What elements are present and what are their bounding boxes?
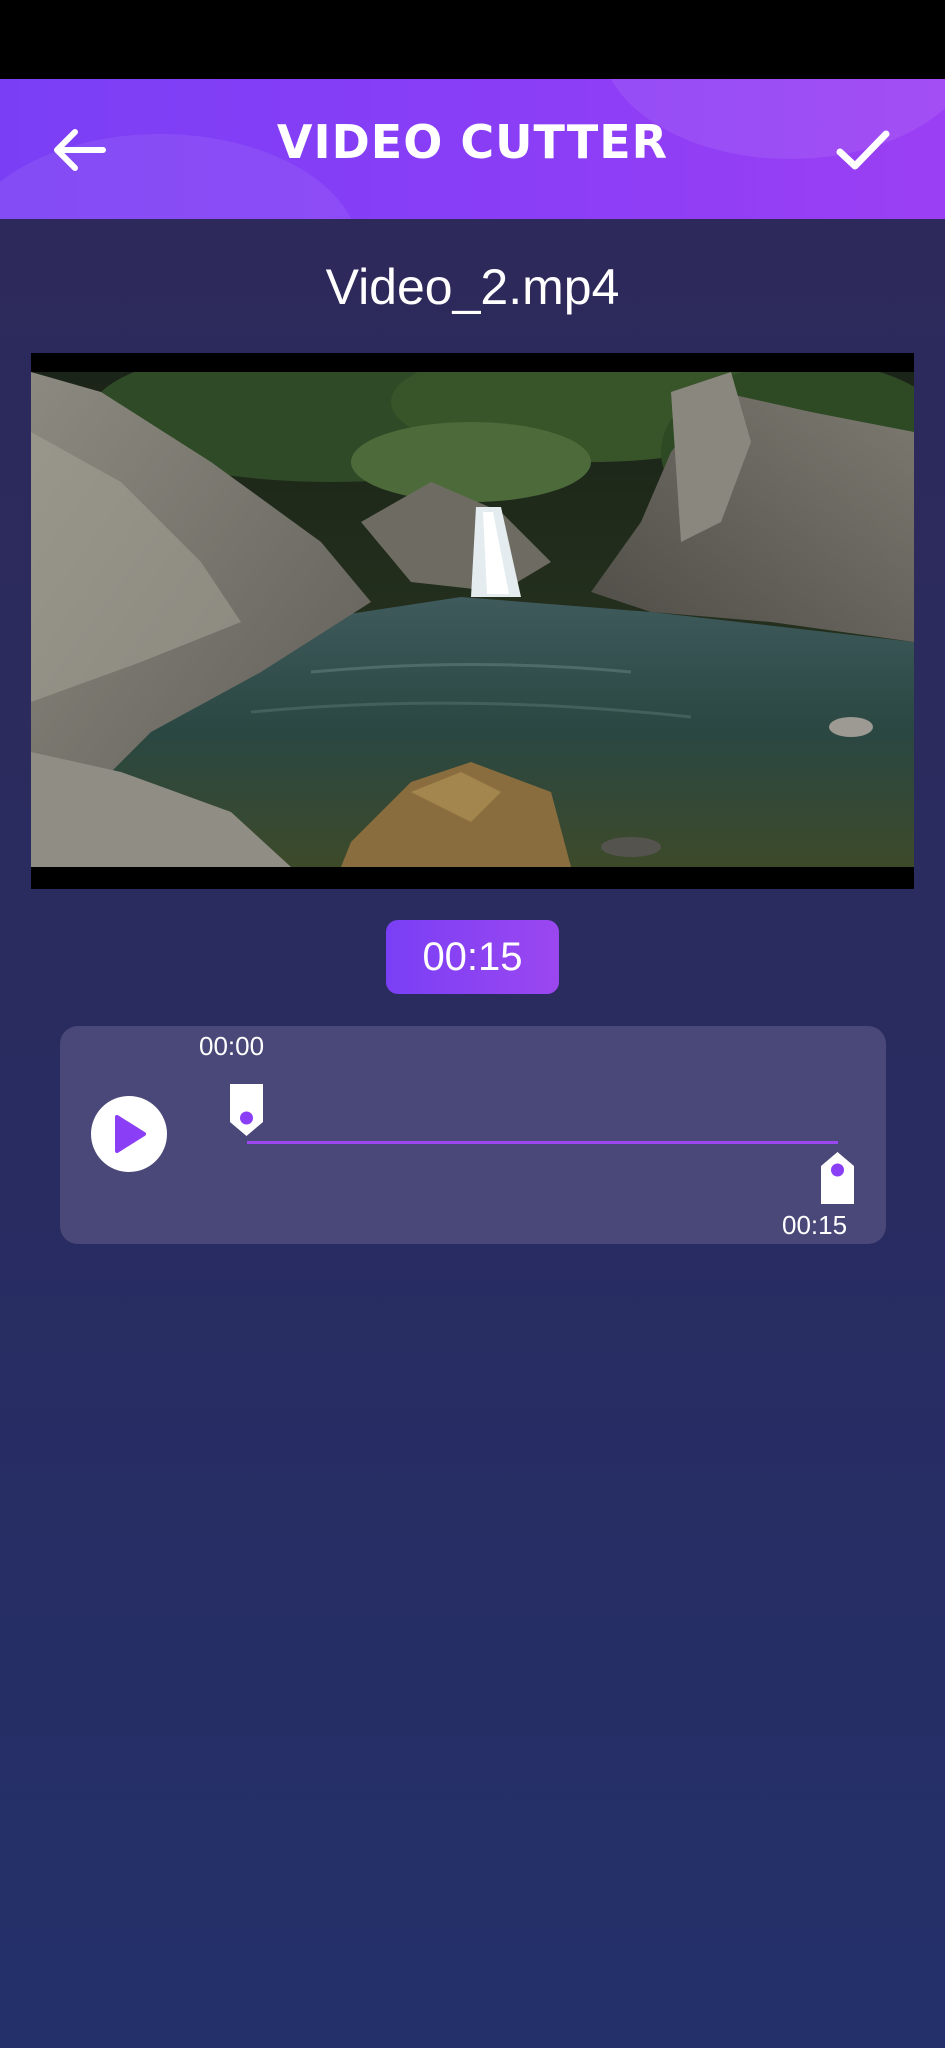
app-header: VIDEO CUTTER bbox=[0, 79, 945, 219]
trim-range-track[interactable] bbox=[247, 1141, 838, 1144]
checkmark-icon bbox=[836, 130, 890, 170]
play-button[interactable] bbox=[91, 1096, 167, 1172]
video-thumbnail bbox=[31, 372, 914, 867]
status-bar bbox=[0, 0, 945, 79]
page-title: VIDEO CUTTER bbox=[276, 115, 669, 169]
trim-start-handle[interactable] bbox=[228, 1082, 265, 1138]
confirm-button[interactable] bbox=[830, 117, 896, 183]
trim-end-handle[interactable] bbox=[819, 1150, 856, 1206]
video-file-name: Video_2.mp4 bbox=[325, 259, 620, 315]
trim-panel: 00:00 00:15 bbox=[60, 1026, 886, 1244]
trim-start-time: 00:00 bbox=[199, 1031, 265, 1061]
play-icon bbox=[115, 1115, 146, 1153]
video-preview[interactable] bbox=[31, 353, 914, 889]
duration-badge: 00:15 bbox=[386, 920, 559, 994]
trim-end-time: 00:15 bbox=[782, 1210, 848, 1240]
